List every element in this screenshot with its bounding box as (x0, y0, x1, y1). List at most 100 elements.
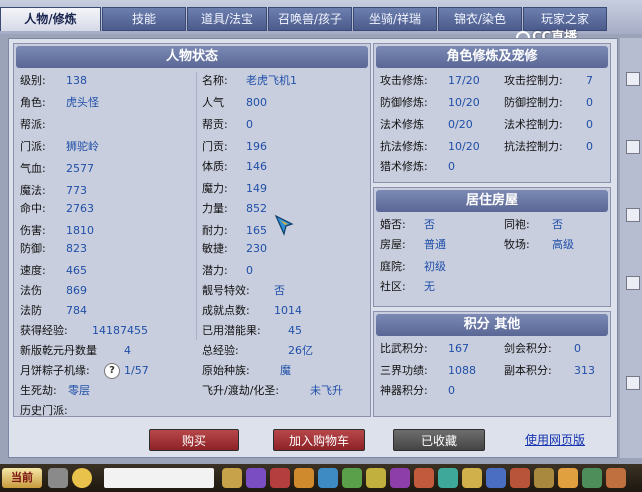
shortcut-icon[interactable] (486, 468, 506, 488)
tab-character[interactable]: 人物/修炼 (0, 7, 101, 31)
shortcut-icon[interactable] (558, 468, 578, 488)
shortcut-icon[interactable] (342, 468, 362, 488)
stat-value: 0/20 (448, 118, 473, 131)
stat-row: 攻击修炼: 17/20 攻击控制力: 7 (380, 72, 608, 90)
stat-value: 魔 (280, 364, 291, 377)
tab-skills[interactable]: 技能 (102, 7, 186, 31)
stat-value: 230 (246, 242, 267, 255)
stat-label: 级别: (20, 74, 46, 87)
shortcut-icon[interactable] (438, 468, 458, 488)
sidebar-checkbox[interactable] (626, 376, 640, 390)
stat-label: 副本积分: (504, 364, 552, 377)
chat-input[interactable] (104, 468, 214, 488)
tab-mounts[interactable]: 坐骑/祥瑞 (353, 7, 437, 31)
stat-label: 门派: (20, 140, 46, 153)
stat-value: 0 (448, 384, 455, 397)
stat-label: 同袍: (504, 218, 530, 231)
stat-label: 法伤 (20, 284, 42, 297)
sidebar-checkbox[interactable] (626, 276, 640, 290)
buy-button[interactable]: 购买 (149, 429, 239, 451)
stat-value: 45 (288, 324, 302, 337)
stat-value: 1/57 (124, 364, 149, 377)
stat-row: 比武积分: 167 剑会积分: 0 (380, 340, 608, 358)
add-to-cart-button[interactable]: 加入购物车 (273, 429, 365, 451)
stat-label: 帮派: (20, 118, 46, 131)
stat-value: 虎头怪 (66, 96, 99, 109)
stat-label: 生死劫: (20, 384, 57, 397)
stat-value: 狮驼岭 (66, 140, 99, 153)
stat-value: 2577 (66, 162, 94, 175)
shortcut-icon[interactable] (606, 468, 626, 488)
stat-row: 抗法修炼: 10/20 抗法控制力: 0 (380, 138, 608, 156)
sidebar-checkbox[interactable] (626, 208, 640, 222)
stat-value: 146 (246, 160, 267, 173)
stat-label: 魔力: (202, 182, 228, 195)
sidebar-checkbox[interactable] (626, 72, 640, 86)
shortcut-icon[interactable] (414, 468, 434, 488)
microphone-icon[interactable] (48, 468, 68, 488)
stat-label: 抗法修炼: (380, 140, 428, 153)
stat-value: 初级 (424, 260, 446, 273)
stat-value: 165 (246, 224, 267, 237)
tab-items[interactable]: 道具/法宝 (187, 7, 267, 31)
shortcut-icon[interactable] (390, 468, 410, 488)
stat-label: 体质: (202, 160, 228, 173)
shortcut-icon[interactable] (582, 468, 602, 488)
stat-value: 10/20 (448, 140, 480, 153)
stat-label: 神器积分: (380, 384, 428, 397)
stat-label: 速度: (20, 264, 46, 277)
stat-label: 牧场: (504, 238, 530, 251)
shortcut-icon[interactable] (270, 468, 290, 488)
stat-label: 角色: (20, 96, 46, 109)
collected-button[interactable]: 已收藏 (393, 429, 485, 451)
question-icon[interactable]: ? (104, 363, 120, 379)
stat-label: 比武积分: (380, 342, 428, 355)
stat-label: 总经验: (202, 344, 239, 357)
stat-value: 0 (246, 118, 253, 131)
shortcut-icon[interactable] (462, 468, 482, 488)
stat-value: 465 (66, 264, 87, 277)
stat-value: 未飞升 (310, 384, 343, 397)
stat-label: 耐力: (202, 224, 228, 237)
stat-label: 攻击控制力: (504, 74, 563, 87)
stat-label: 防御修炼: (380, 96, 428, 109)
stat-value: 773 (66, 184, 87, 197)
cultivation-section: 角色修炼及宠修 攻击修炼: 17/20 攻击控制力: 7 防御修炼: 10/20 防御控制… (373, 43, 611, 183)
tab-summons[interactable]: 召唤兽/孩子 (268, 7, 352, 31)
shortcut-icon[interactable] (294, 468, 314, 488)
column-divider (196, 72, 197, 340)
sidebar-checkbox[interactable] (626, 140, 640, 154)
stat-value: 167 (448, 342, 469, 355)
stat-value: 7 (586, 74, 593, 87)
stat-label: 防御: (20, 242, 46, 255)
game-taskbar: 当前 (0, 464, 642, 492)
stat-value: 高级 (552, 238, 574, 251)
shortcut-icon[interactable] (318, 468, 338, 488)
stat-label: 攻击修炼: (380, 74, 428, 87)
help-button[interactable]: ? (104, 362, 120, 380)
chat-icon[interactable] (72, 468, 92, 488)
stat-value: 1810 (66, 224, 94, 237)
shortcut-icon[interactable] (366, 468, 386, 488)
shortcut-icon[interactable] (510, 468, 530, 488)
stat-value: 784 (66, 304, 87, 317)
stat-label: 剑会积分: (504, 342, 552, 355)
stat-value: 10/20 (448, 96, 480, 109)
stat-row: 新版乾元丹数量 4 总经验: 26亿 (20, 342, 360, 360)
stat-label: 法防 (20, 304, 42, 317)
right-sidebar (620, 38, 642, 458)
stat-value: 零层 (68, 384, 90, 397)
tab-outfits[interactable]: 锦衣/染色 (438, 7, 522, 31)
stat-label: 潜力: (202, 264, 228, 277)
taskbar-current-button[interactable]: 当前 (2, 468, 42, 488)
stat-label: 法术控制力: (504, 118, 563, 131)
points-section: 积分 其他 比武积分: 167 剑会积分: 0 三界功绩: 1088 副本积分: 313 神… (373, 311, 611, 417)
stat-value: 4 (124, 344, 131, 357)
stat-label: 新版乾元丹数量 (20, 344, 97, 357)
shortcut-icon[interactable] (246, 468, 266, 488)
web-version-link[interactable]: 使用网页版 (525, 431, 585, 448)
shortcut-icon[interactable] (534, 468, 554, 488)
stat-value: 老虎飞机1 (246, 74, 297, 87)
shortcut-icon[interactable] (222, 468, 242, 488)
stat-label: 名称: (202, 74, 228, 87)
